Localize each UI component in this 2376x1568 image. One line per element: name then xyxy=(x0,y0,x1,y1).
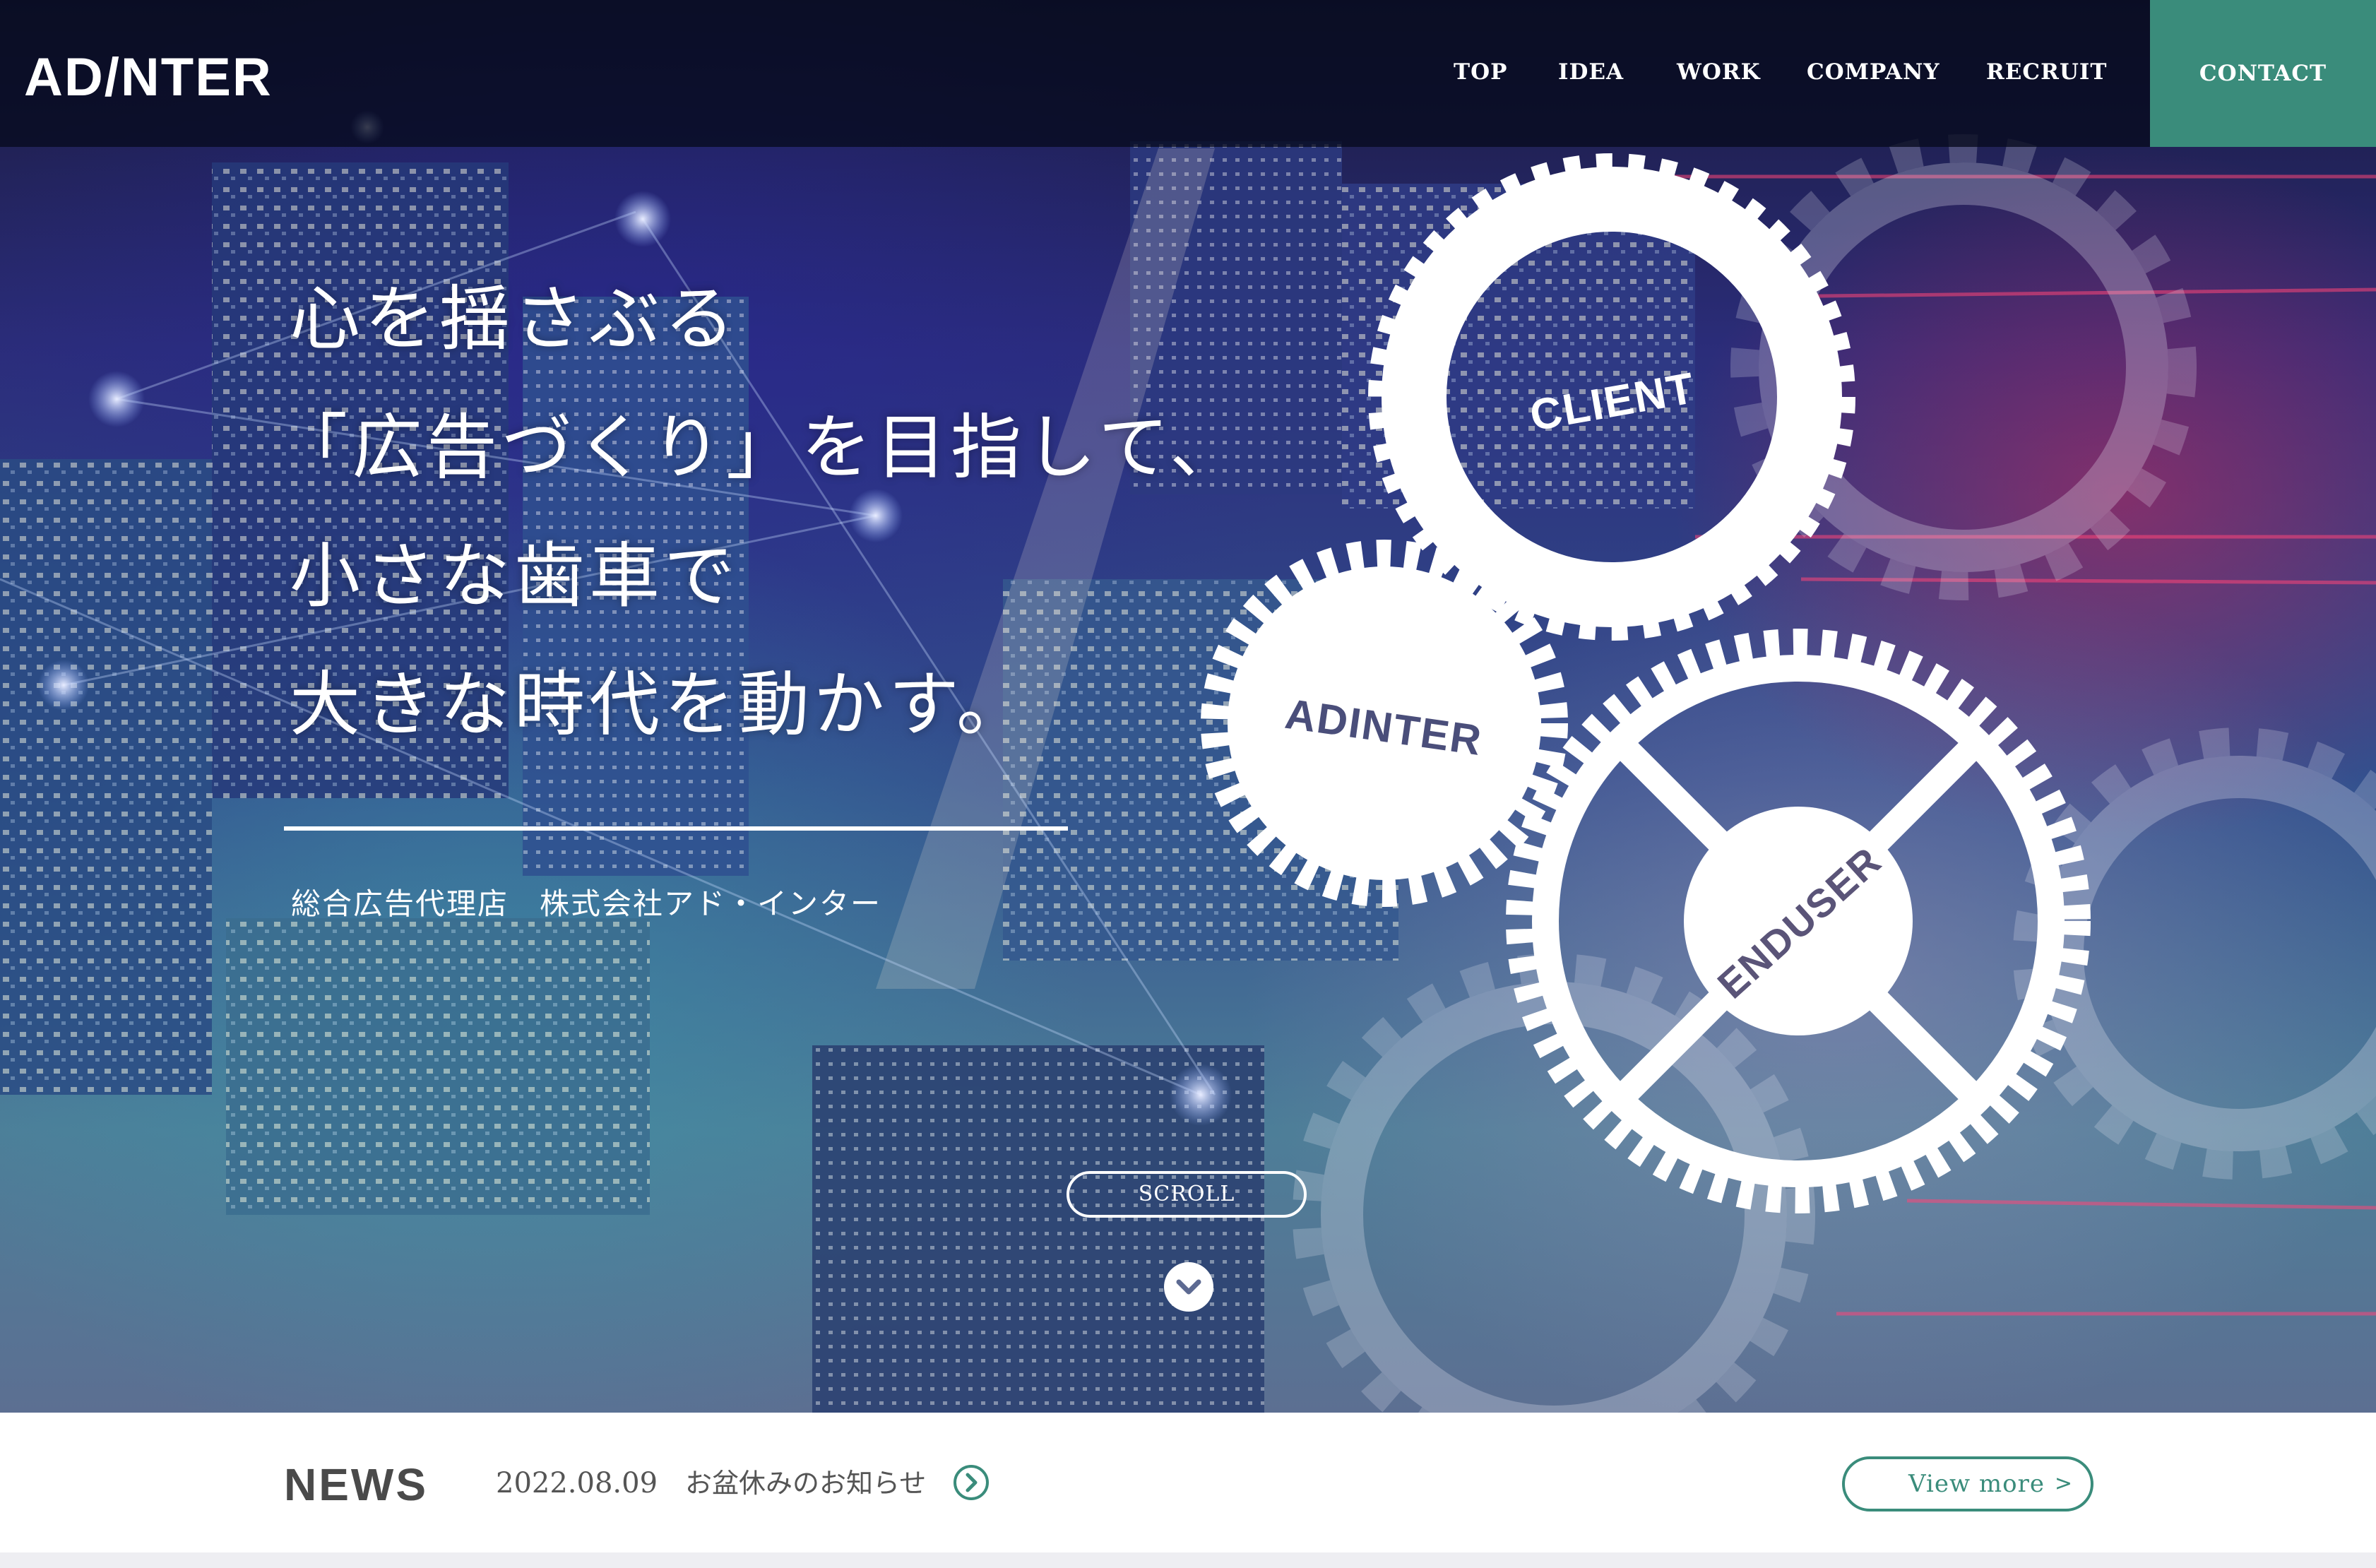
hero-copy-line-3: 小さな歯車で xyxy=(290,535,739,617)
scroll-button[interactable]: SCROLL xyxy=(1067,1171,1307,1218)
news-arrow-button[interactable] xyxy=(952,1463,990,1502)
chevron-down-icon xyxy=(1176,1279,1201,1295)
site-logo[interactable]: AD/NTER xyxy=(24,44,292,112)
nav-work[interactable]: WORK xyxy=(1677,55,1761,89)
news-item-link[interactable]: お盆休みのお知らせ xyxy=(685,1463,926,1503)
chevron-right-circle-icon xyxy=(954,1465,989,1500)
hero-copy-line-4: 大きな時代を動かす。 xyxy=(290,663,1031,746)
client-gear-label: CLIENT xyxy=(1526,364,1699,441)
view-more-button[interactable]: View more > xyxy=(1842,1456,2093,1511)
nav-company[interactable]: COMPANY xyxy=(1807,55,1940,89)
hero-subtitle: 総合広告代理店 株式会社アド・インター xyxy=(291,886,882,921)
view-more-label: View more xyxy=(1908,1470,2045,1498)
nav-idea[interactable]: IDEA xyxy=(1558,55,1624,89)
hero-section: CLIENT ADINTER ENDUSER 心を揺さぶる 「広告づくり」を目指… xyxy=(0,0,2376,1413)
logo-text: AD/NTER xyxy=(24,47,273,107)
news-date: 2022.08.09 xyxy=(496,1467,658,1499)
chevron-right-icon: > xyxy=(2054,1471,2072,1496)
hero-divider xyxy=(284,826,1068,831)
nav-top[interactable]: TOP xyxy=(1454,55,1507,89)
contact-button[interactable]: CONTACT xyxy=(2150,0,2376,147)
hero-copy-line-2: 「広告づくり」を目指して、 xyxy=(277,406,1245,489)
hero-copy-line-1: 心を揺さぶる xyxy=(290,278,739,360)
scroll-down-button[interactable] xyxy=(1164,1262,1213,1312)
news-heading: NEWS xyxy=(284,1459,428,1510)
page-bottom-strip xyxy=(0,1552,2376,1568)
site-header: AD/NTER TOP IDEA WORK COMPANY RECRUIT CO… xyxy=(0,0,2376,147)
nav-recruit[interactable]: RECRUIT xyxy=(1986,55,2107,89)
